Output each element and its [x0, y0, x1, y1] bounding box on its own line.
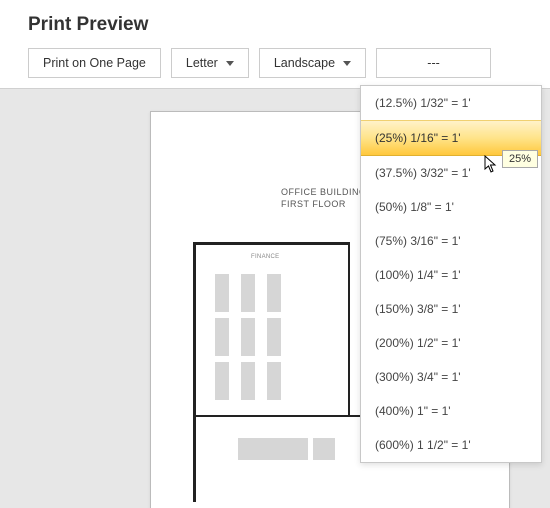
scale-option[interactable]: (150%) 3/8" = 1': [361, 292, 541, 326]
wall: [193, 242, 196, 502]
furniture-block: [313, 438, 335, 460]
wall: [348, 242, 350, 417]
plan-title-line1: OFFICE BUILDING: [281, 187, 367, 197]
scale-option[interactable]: (200%) 1/2" = 1': [361, 326, 541, 360]
wall: [193, 415, 348, 417]
scale-option[interactable]: (100%) 1/4" = 1': [361, 258, 541, 292]
scale-dropdown-menu: (12.5%) 1/32" = 1'(25%) 1/16" = 1'(37.5%…: [360, 85, 542, 463]
scale-option[interactable]: (75%) 3/16" = 1': [361, 224, 541, 258]
desk: [215, 318, 229, 356]
page-title: Print Preview: [28, 14, 522, 36]
scale-tooltip: 25%: [502, 150, 538, 168]
scale-dropdown-button[interactable]: ---: [376, 48, 491, 78]
desk: [241, 318, 255, 356]
orientation-label: Landscape: [274, 56, 335, 70]
furniture-block: [238, 438, 308, 460]
desk: [215, 362, 229, 400]
scale-option[interactable]: (600%) 1 1/2" = 1': [361, 428, 541, 462]
print-one-page-label: Print on One Page: [43, 56, 146, 70]
scale-option[interactable]: (50%) 1/8" = 1': [361, 190, 541, 224]
desk: [267, 318, 281, 356]
desk: [215, 274, 229, 312]
paper-size-dropdown[interactable]: Letter: [171, 48, 249, 78]
orientation-dropdown[interactable]: Landscape: [259, 48, 366, 78]
chevron-down-icon: [226, 61, 234, 66]
desk-group: [215, 274, 281, 400]
paper-size-label: Letter: [186, 56, 218, 70]
print-one-page-button[interactable]: Print on One Page: [28, 48, 161, 78]
plan-title-line2: FIRST FLOOR: [281, 199, 346, 209]
scale-option[interactable]: (400%) 1" = 1': [361, 394, 541, 428]
plan-title: OFFICE BUILDING FIRST FLOOR: [281, 187, 367, 210]
desk: [241, 362, 255, 400]
toolbar: Print on One Page Letter Landscape ---: [28, 48, 522, 78]
chevron-down-icon: [343, 61, 351, 66]
desk: [267, 362, 281, 400]
scale-option[interactable]: (300%) 3/4" = 1': [361, 360, 541, 394]
room-label: FINANCE: [251, 254, 279, 260]
scale-label: ---: [427, 56, 440, 70]
scale-option[interactable]: (12.5%) 1/32" = 1': [361, 86, 541, 120]
desk: [241, 274, 255, 312]
wall: [193, 242, 348, 245]
desk: [267, 274, 281, 312]
